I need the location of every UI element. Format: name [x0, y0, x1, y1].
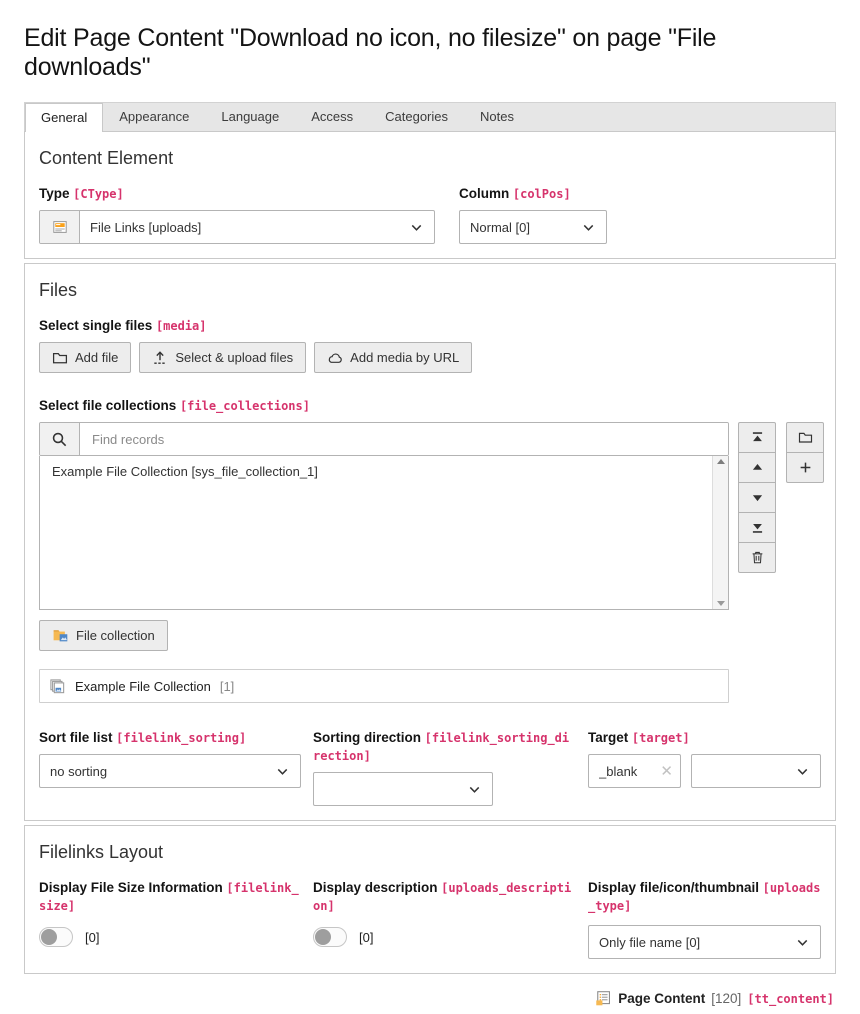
- delete-button[interactable]: [738, 542, 776, 573]
- chevron-down-icon: [795, 764, 810, 779]
- cloud-icon: [327, 350, 343, 366]
- add-file-label: Add file: [75, 350, 118, 365]
- record-info: Page Content [120] [tt_content]: [24, 990, 836, 1007]
- chevron-down-icon: [467, 782, 482, 797]
- listbox-scrollbar[interactable]: [712, 456, 728, 609]
- column-label: Column: [459, 186, 509, 201]
- list-move-controls: [738, 422, 776, 573]
- edit-record-form: Edit Page Content "Download no icon, no …: [0, 24, 860, 1007]
- target-select[interactable]: [691, 754, 821, 788]
- sorting-direction-field: Sorting direction [filelink_sorting_dire…: [313, 729, 576, 806]
- tab-language[interactable]: Language: [205, 103, 295, 131]
- file-collection-button[interactable]: File collection: [39, 620, 168, 651]
- sort-key: [filelink_sorting]: [116, 731, 246, 745]
- add-media-url-label: Add media by URL: [350, 350, 459, 365]
- section-files: Files Select single files [media] Add fi…: [24, 263, 836, 821]
- scroll-up-icon[interactable]: [717, 459, 725, 464]
- file-collections-key: [file_collections]: [180, 399, 310, 413]
- section-heading: Files: [39, 280, 821, 301]
- list-action-controls: [786, 422, 824, 483]
- file-collections-label: Select file collections: [39, 398, 176, 413]
- record-icon: [595, 990, 612, 1007]
- add-media-by-url-button[interactable]: Add media by URL: [314, 342, 472, 373]
- record-table: [tt_content]: [747, 992, 834, 1006]
- stacked-images-icon: [49, 678, 66, 695]
- folder-icon: [52, 350, 68, 366]
- clear-icon[interactable]: ✕: [660, 764, 673, 779]
- display-description-field: Display description [uploads_description…: [313, 879, 576, 959]
- find-records-input[interactable]: [80, 423, 728, 455]
- ctype-select[interactable]: File Links [uploads]: [80, 211, 434, 243]
- description-label: Display description: [313, 880, 438, 895]
- column-key: [colPos]: [513, 187, 571, 201]
- description-toggle-state: [0]: [359, 930, 373, 945]
- folder-image-icon: [52, 627, 69, 644]
- chevron-down-icon: [581, 220, 596, 235]
- sort-value: no sorting: [50, 764, 107, 779]
- display-type-field: Display file/icon/thumbnail [uploads_typ…: [588, 879, 821, 959]
- page-title: Edit Page Content "Download no icon, no …: [24, 24, 836, 82]
- move-down-button[interactable]: [738, 482, 776, 513]
- target-label: Target: [588, 730, 628, 745]
- sorting-direction-select[interactable]: [313, 772, 493, 806]
- type-key: [CType]: [73, 187, 124, 201]
- filesize-label: Display File Size Information: [39, 880, 223, 895]
- select-upload-label: Select & upload files: [175, 350, 293, 365]
- selected-collection-row[interactable]: Example File Collection [1]: [39, 669, 729, 703]
- display-type-select[interactable]: Only file name [0]: [588, 925, 821, 959]
- file-collections-listbox[interactable]: Example File Collection [sys_file_collec…: [39, 456, 729, 610]
- chevron-down-icon: [275, 764, 290, 779]
- display-type-label: Display file/icon/thumbnail: [588, 880, 759, 895]
- media-label: Select single files: [39, 318, 152, 333]
- search-icon[interactable]: [40, 423, 80, 455]
- find-records-group: [39, 422, 729, 456]
- listbox-option[interactable]: Example File Collection [sys_file_collec…: [40, 456, 728, 487]
- tab-bar: General Appearance Language Access Categ…: [24, 102, 836, 131]
- type-label: Type: [39, 186, 70, 201]
- display-type-value: Only file name [0]: [599, 935, 700, 950]
- selected-collection-badge: [1]: [220, 679, 234, 694]
- section-heading: Filelinks Layout: [39, 842, 821, 863]
- description-toggle[interactable]: [313, 927, 347, 947]
- selected-collection-title: Example File Collection: [75, 679, 211, 694]
- ctype-select-group: File Links [uploads]: [39, 210, 435, 244]
- tab-appearance[interactable]: Appearance: [103, 103, 205, 131]
- chevron-down-icon: [795, 935, 810, 950]
- filesize-toggle[interactable]: [39, 927, 73, 947]
- browse-records-button[interactable]: [786, 422, 824, 453]
- move-to-top-button[interactable]: [738, 422, 776, 453]
- target-field: Target [target] ✕: [588, 729, 821, 806]
- colpos-select[interactable]: Normal [0]: [459, 210, 607, 244]
- move-to-bottom-button[interactable]: [738, 512, 776, 543]
- record-id: [120]: [711, 991, 741, 1006]
- sort-label: Sort file list: [39, 730, 113, 745]
- sorting-direction-label: Sorting direction: [313, 730, 421, 745]
- section-content-element: Content Element Type [CType] File Links …: [24, 131, 836, 259]
- file-collection-label: File collection: [76, 628, 155, 643]
- chevron-down-icon: [409, 220, 424, 235]
- content-element-icon: [40, 211, 80, 243]
- section-filelinks-layout: Filelinks Layout Display File Size Infor…: [24, 825, 836, 974]
- tab-general[interactable]: General: [25, 103, 103, 132]
- section-heading: Content Element: [39, 148, 821, 169]
- tab-categories[interactable]: Categories: [369, 103, 464, 131]
- display-filesize-field: Display File Size Information [filelink_…: [39, 879, 301, 959]
- sort-file-list-field: Sort file list [filelink_sorting] no sor…: [39, 729, 301, 806]
- ctype-value: File Links [uploads]: [90, 220, 201, 235]
- target-key: [target]: [632, 731, 690, 745]
- sort-select[interactable]: no sorting: [39, 754, 301, 788]
- add-file-button[interactable]: Add file: [39, 342, 131, 373]
- add-record-button[interactable]: [786, 452, 824, 483]
- record-type: Page Content: [618, 991, 705, 1006]
- scroll-down-icon[interactable]: [717, 601, 725, 606]
- tab-notes[interactable]: Notes: [464, 103, 530, 131]
- select-upload-files-button[interactable]: Select & upload files: [139, 342, 306, 373]
- colpos-value: Normal [0]: [470, 220, 530, 235]
- tab-access[interactable]: Access: [295, 103, 369, 131]
- move-up-button[interactable]: [738, 452, 776, 483]
- upload-icon: [152, 350, 168, 366]
- filesize-toggle-state: [0]: [85, 930, 99, 945]
- media-key: [media]: [156, 319, 207, 333]
